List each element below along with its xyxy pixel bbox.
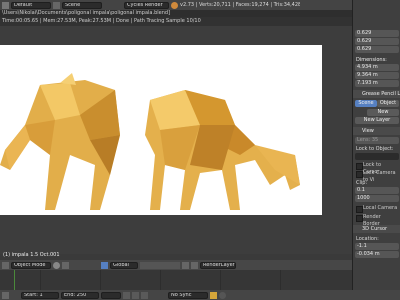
timeline-menu-icon[interactable] [2, 291, 9, 299]
lens-value: 35 [371, 137, 379, 143]
orientation-select[interactable]: Global [110, 261, 138, 269]
clip-label: Clip: [356, 180, 368, 186]
dimensions-header: Dimensions: [356, 57, 387, 63]
view-header[interactable]: View [353, 127, 400, 135]
play-back-icon[interactable] [123, 291, 130, 299]
impala-render [0, 73, 300, 210]
lock-cursor-checkbox[interactable]: Lock to Cursor [355, 162, 399, 175]
local-camera-checkbox[interactable]: Local Camera [355, 205, 399, 213]
viewport-header: Object Mode Global RenderLayer [0, 260, 352, 270]
render-engine-select[interactable]: Cycles Render [124, 1, 169, 9]
grease-pencil-header[interactable]: Grease Pencil L [353, 90, 400, 98]
location-label: Location: [356, 236, 379, 242]
pivot-icon[interactable] [62, 261, 69, 269]
view-menu-icon[interactable] [2, 261, 9, 269]
current-frame-marker[interactable] [14, 270, 15, 290]
timeline-grid-line [280, 270, 281, 290]
timeline[interactable] [0, 270, 352, 290]
right-impala [145, 90, 300, 210]
timeline-grid-line [40, 270, 41, 290]
play-icon[interactable] [132, 291, 139, 299]
scale-y-field[interactable]: 0.629 [355, 38, 399, 45]
scene-tab[interactable]: Scene [355, 100, 377, 107]
snap-icon[interactable] [182, 261, 189, 269]
scene-icon[interactable] [53, 1, 60, 9]
start-frame-field[interactable]: Start: 1 [21, 291, 59, 299]
clip-end-field[interactable]: 1000 [355, 195, 399, 202]
end-label: End: [64, 292, 76, 298]
file-path: \Users\Nikolai\Documents\poligonal impal… [0, 10, 352, 17]
lock-object-field[interactable] [355, 153, 399, 160]
render-preview [0, 45, 322, 215]
lock-camera-checkbox[interactable]: Lock Camera to Vi [355, 170, 399, 183]
lock-to-object-label: Lock to Object: [356, 146, 394, 152]
current-frame-field[interactable] [101, 291, 121, 299]
end-frame-field[interactable]: End: 250 [61, 291, 99, 299]
mode-select[interactable]: Object Mode [11, 261, 51, 269]
scale-z-field[interactable]: 0.629 [355, 46, 399, 53]
lens-label: Lens: [357, 137, 371, 143]
shading-icon[interactable] [53, 261, 60, 269]
properties-sidebar[interactable]: 0.629 0.629 0.629 Dimensions: 4.934 m 9.… [352, 0, 400, 290]
render-border-checkbox[interactable]: Render Border [355, 214, 399, 227]
cursor-y-field[interactable]: -0.034 m [355, 251, 399, 258]
record-icon[interactable] [219, 291, 226, 299]
left-impala [0, 73, 120, 210]
scene-select[interactable]: Scene [62, 1, 102, 9]
top-header: Default Scene Cycles Render v2.73 | Vert… [0, 0, 352, 10]
info-icon[interactable] [2, 1, 9, 9]
new-layer-button[interactable]: New Layer [355, 117, 399, 124]
object-tab[interactable]: Object [377, 100, 399, 107]
timeline-grid-line [220, 270, 221, 290]
new-button[interactable]: New [367, 109, 399, 116]
lens-field[interactable]: Lens: 35 [355, 137, 399, 144]
render-info: Time:00:05.65 | Mem:27.53M, Peak:27.53M … [0, 17, 352, 26]
scale-x-field[interactable]: 0.629 [355, 30, 399, 37]
end-value: 250 [76, 292, 87, 298]
dimension-y-field[interactable]: 9.364 m [355, 72, 399, 79]
render-icon[interactable] [191, 261, 198, 269]
layout-select[interactable]: Default [11, 1, 51, 9]
dimension-x-field[interactable]: 4.934 m [355, 64, 399, 71]
scene-stats: v2.73 | Verts:20,711 | Faces:19,274 | Tr… [180, 2, 300, 8]
timeline-grid-line [100, 270, 101, 290]
viewport-object-label: (1) impala 1.5 Oct.001 [3, 252, 60, 258]
blender-icon [171, 1, 178, 9]
layers-icon[interactable] [140, 261, 180, 269]
dimension-z-field[interactable]: 7.193 m [355, 80, 399, 87]
play-forward-icon[interactable] [141, 291, 148, 299]
clip-start-field[interactable]: 0.1 [355, 187, 399, 194]
manipulator-icon[interactable] [101, 261, 108, 269]
start-label: Start: [24, 292, 38, 298]
render-layer-select[interactable]: RenderLayer [200, 261, 236, 269]
timeline-grid-line [160, 270, 161, 290]
keyframe-icon[interactable] [210, 291, 217, 299]
3d-cursor-header[interactable]: 3D Cursor [353, 225, 400, 233]
timeline-header: Start: 1 End: 250 No Sync [0, 290, 400, 300]
start-value: 1 [39, 292, 43, 298]
cursor-x-field[interactable]: -1.1 [355, 243, 399, 250]
sync-select[interactable]: No Sync [168, 291, 208, 299]
